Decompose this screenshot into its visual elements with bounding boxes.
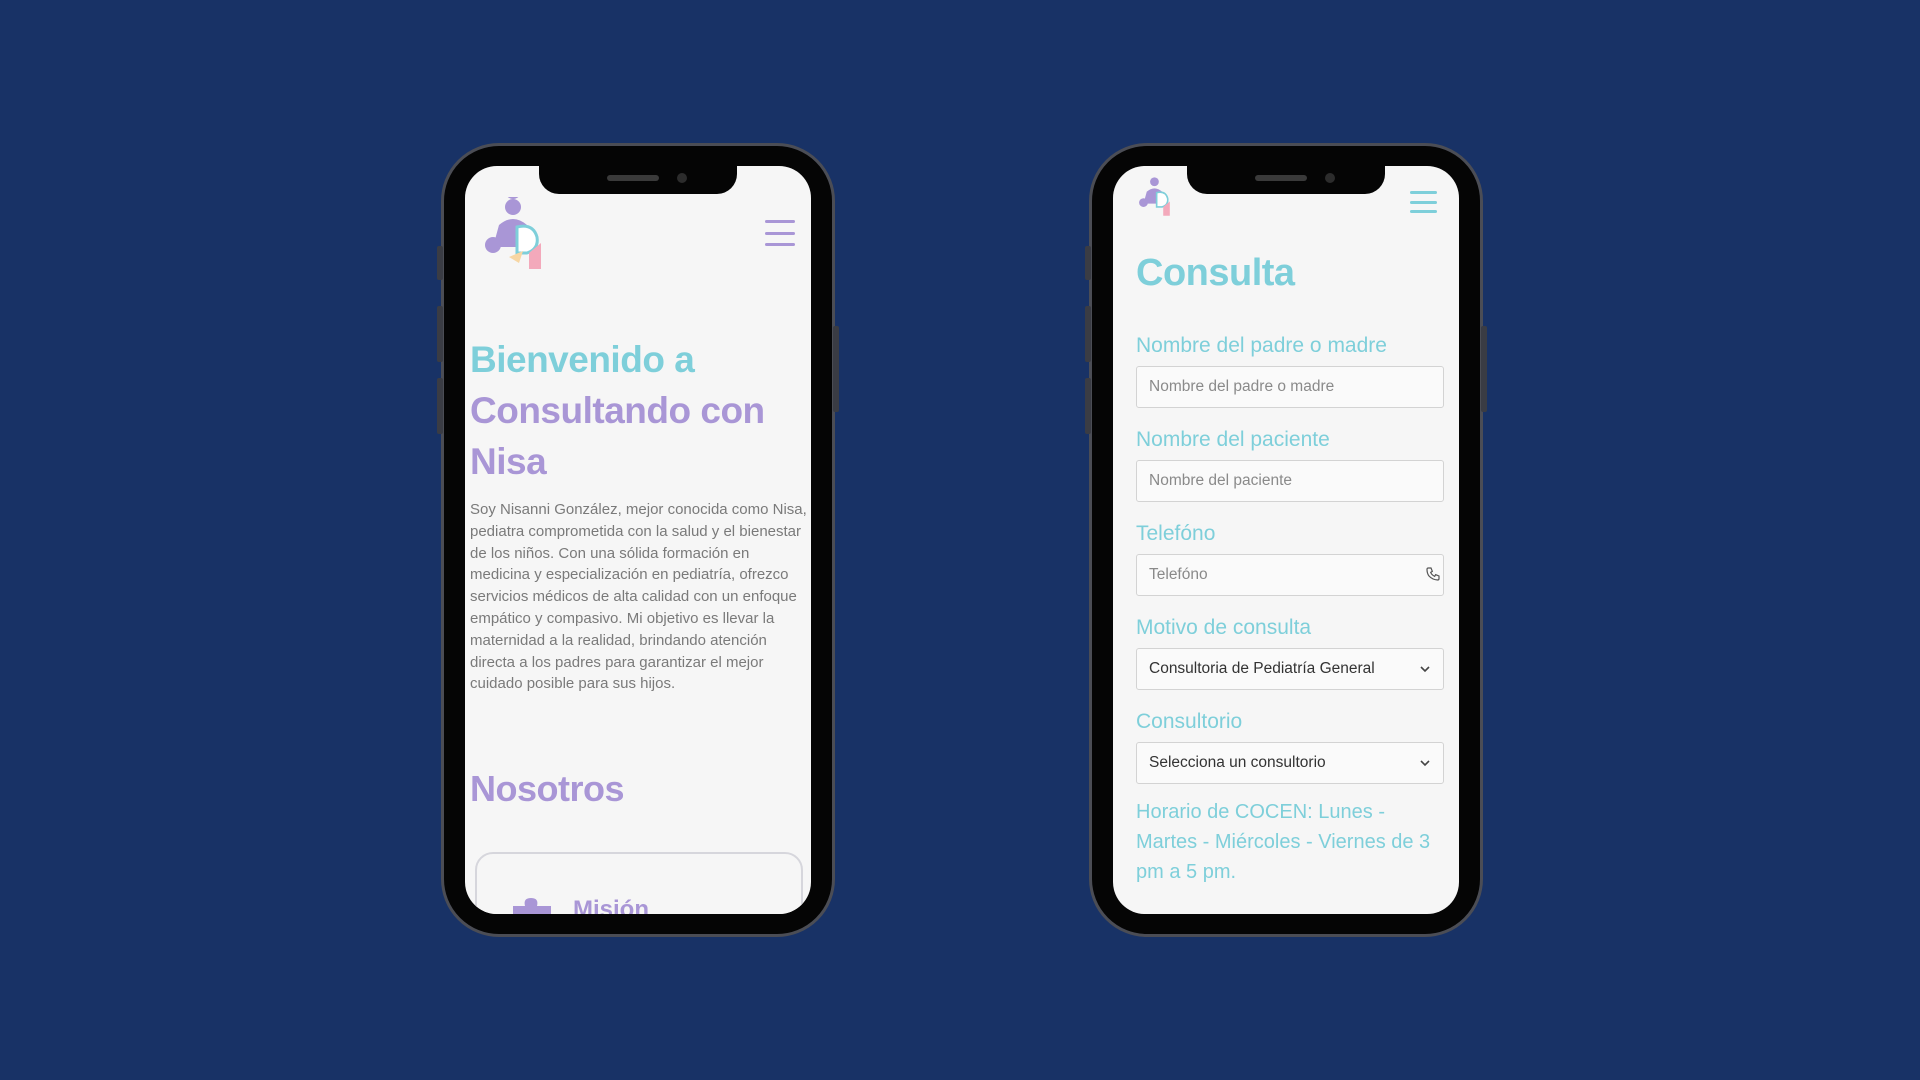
page-title: Bienvenido a Consultando con Nisa (470, 334, 810, 487)
menu-button[interactable] (765, 220, 795, 246)
logo-icon[interactable] (483, 197, 545, 269)
hamburger-menu-icon (765, 220, 795, 223)
volume-up-button (1085, 306, 1091, 362)
menu-button[interactable] (1410, 191, 1437, 213)
reason-select[interactable]: Consultoria de Pediatría General (1136, 648, 1444, 690)
reason-select-value: Consultoria de Pediatría General (1149, 660, 1375, 677)
side-button (1085, 246, 1091, 280)
office-label: Consultorio (1136, 710, 1243, 733)
phone-label: Telefóno (1136, 522, 1216, 545)
patient-name-label: Nombre del paciente (1136, 428, 1330, 451)
logo-icon[interactable] (1138, 176, 1172, 216)
title-line-2: Consultando con Nisa (470, 390, 765, 482)
phone-field (1113, 554, 1459, 596)
phone-mockup-home: Bienvenido a Consultando con Nisa Soy Ni… (437, 143, 839, 937)
patient-name-input[interactable] (1136, 460, 1444, 502)
notch (1187, 166, 1385, 194)
puzzle-icon (513, 898, 551, 914)
volume-down-button (1085, 378, 1091, 434)
office-select-value: Selecciona un consultorio (1149, 754, 1326, 771)
speaker (607, 175, 659, 181)
intro-paragraph: Soy Nisanni González, mejor conocida com… (470, 501, 807, 693)
screen-consulta: Consulta Nombre del padre o madre Nombre… (1113, 166, 1459, 914)
hamburger-menu-icon (1410, 191, 1437, 194)
phone-input[interactable] (1136, 554, 1444, 596)
title-line-1: Bienvenido a (470, 339, 695, 380)
power-button (1481, 326, 1487, 412)
side-button (437, 246, 443, 280)
parent-name-label: Nombre del padre o madre (1136, 334, 1387, 357)
volume-down-button (437, 378, 443, 434)
section-title: Nosotros (470, 768, 625, 809)
reason-label: Motivo de consulta (1136, 616, 1312, 639)
speaker (1255, 175, 1307, 181)
office-select[interactable]: Selecciona un consultorio (1136, 742, 1444, 784)
parent-name-input[interactable] (1136, 366, 1444, 408)
volume-up-button (437, 306, 443, 362)
chevron-down-icon (1420, 760, 1430, 767)
schedule-text: Horario de COCEN: Lunes - Martes - Miérc… (1136, 801, 1431, 883)
phone-mockup-consulta: Consulta Nombre del padre o madre Nombre… (1085, 143, 1487, 937)
power-button (833, 326, 839, 412)
notch (539, 166, 737, 194)
camera (1325, 173, 1335, 183)
chevron-down-icon (1420, 666, 1430, 673)
screen-home: Bienvenido a Consultando con Nisa Soy Ni… (465, 166, 811, 914)
camera (677, 173, 687, 183)
page-title: Consulta (1136, 252, 1295, 294)
phone-icon (1426, 567, 1440, 581)
mission-label: Misión (573, 896, 649, 914)
